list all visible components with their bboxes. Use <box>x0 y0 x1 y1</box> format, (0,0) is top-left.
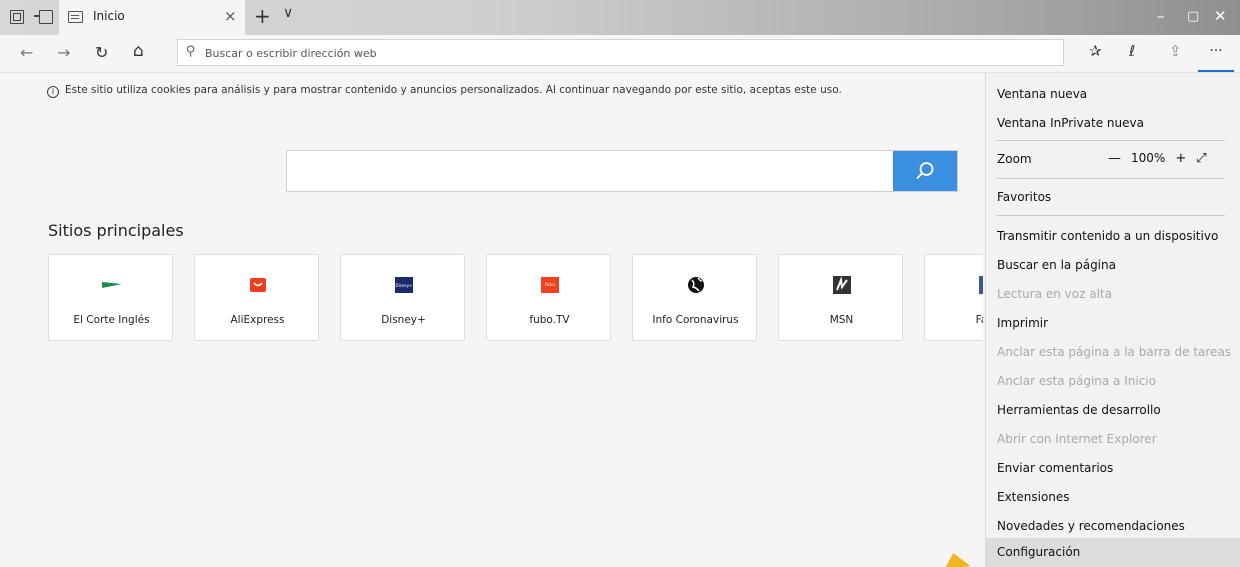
menu-item-lectura-voz-alta: Lectura en voz alta <box>997 287 1112 301</box>
home-button[interactable]: ⌂ <box>133 41 144 61</box>
svg-text:fubo: fubo <box>545 282 555 288</box>
disney-plus-logo-icon: Disney+ <box>395 277 413 293</box>
top-sites-grid: El Corte Inglés AliExpress Disney+ Disne… <box>48 254 983 344</box>
menu-item-transmitir[interactable]: Transmitir contenido a un dispositivo <box>986 222 1240 251</box>
web-search-box <box>286 150 958 192</box>
menu-item-anclar-inicio: Anclar esta página a Inicio <box>997 374 1156 388</box>
facebook-logo-icon <box>979 276 983 294</box>
tile-el-corte-ingles[interactable]: El Corte Inglés <box>48 254 173 341</box>
tile-label: Info Coronavirus <box>652 314 739 326</box>
back-button[interactable]: ← <box>20 43 33 62</box>
tile-aliexpress[interactable]: AliExpress <box>194 254 319 341</box>
web-note-button[interactable]: ℓ <box>1129 42 1135 60</box>
tile-label: Disney+ <box>381 314 426 326</box>
tile-fubo-tv[interactable]: fubo fubo.TV <box>486 254 611 341</box>
fubo-logo-icon: fubo <box>541 277 559 293</box>
msn-logo-icon <box>833 276 851 294</box>
settings-more-button[interactable]: ··· <box>1198 35 1234 72</box>
globe-icon <box>688 277 704 293</box>
cookie-text: Este sitio utiliza cookies para análisis… <box>65 84 842 96</box>
add-favorite-button[interactable]: ✰ <box>1089 42 1102 60</box>
tile-msn[interactable]: MSN <box>778 254 903 341</box>
tab-actions-icon[interactable] <box>10 10 24 24</box>
forward-button[interactable]: → <box>57 43 70 62</box>
menu-item-enviar-comentarios[interactable]: Enviar comentarios <box>986 454 1240 483</box>
menu-item-herramientas-desarrollo[interactable]: Herramientas de desarrollo <box>986 396 1240 425</box>
menu-item-anclar-barra-tareas: Anclar esta página a la barra de tareas <box>997 345 1232 359</box>
mouse-cursor-icon <box>939 550 971 567</box>
menu-separator <box>997 215 1225 216</box>
settings-menu: Ventana nueva Ventana InPrivate nueva Zo… <box>985 73 1240 567</box>
zoom-controls: — 100% + ⤢ <box>1108 151 1207 166</box>
top-sites-heading: Sitios principales <box>48 221 184 240</box>
tab-close-icon[interactable]: × <box>224 7 237 25</box>
menu-item-configuracion[interactable]: Configuración <box>986 538 1240 567</box>
minimize-button[interactable]: – <box>1157 7 1165 25</box>
menu-separator <box>997 178 1225 179</box>
refresh-button[interactable]: ↻ <box>95 43 108 62</box>
tile-label: fubo.TV <box>529 314 570 326</box>
tile-disney-plus[interactable]: Disney+ Disney+ <box>340 254 465 341</box>
web-search-button[interactable] <box>893 151 957 191</box>
menu-item-zoom: Zoom —100% + ⤢ <box>997 151 1207 166</box>
menu-item-buscar-en-pagina[interactable]: Buscar en la página <box>986 251 1240 280</box>
tile-label: AliExpress <box>230 314 285 326</box>
fullscreen-icon[interactable]: ⤢ <box>1196 151 1206 166</box>
tab-preview-chevron-icon[interactable]: ∨ <box>283 5 293 21</box>
address-input[interactable] <box>205 44 1045 62</box>
tile-label: El Corte Inglés <box>73 314 150 326</box>
share-button[interactable]: ⇪ <box>1169 42 1182 60</box>
address-bar[interactable]: ⚲ <box>177 39 1064 66</box>
info-icon: i <box>47 86 59 98</box>
menu-item-imprimir[interactable]: Imprimir <box>986 309 1240 338</box>
zoom-level: 100% <box>1131 151 1166 165</box>
tab-inicio[interactable]: Inicio × <box>59 0 245 35</box>
navigation-bar: ← → ↻ ⌂ ⚲ ✰ ℓ ⇪ ··· <box>0 35 1240 73</box>
menu-item-abrir-internet-explorer: Abrir con Internet Explorer <box>997 432 1157 446</box>
new-tab-button[interactable]: + <box>254 4 271 28</box>
tile-label: Face <box>975 314 983 326</box>
tile-facebook[interactable]: Face <box>924 254 983 341</box>
zoom-out-button[interactable]: — <box>1108 151 1121 166</box>
tile-info-coronavirus[interactable]: Info Coronavirus <box>632 254 757 341</box>
zoom-in-button[interactable]: + <box>1175 151 1186 166</box>
menu-item-ventana-nueva[interactable]: Ventana nueva <box>986 80 1240 109</box>
tab-title: Inicio <box>93 9 125 23</box>
el-corte-ingles-logo-icon <box>102 282 122 288</box>
aliexpress-logo-icon <box>250 278 266 292</box>
menu-separator <box>997 140 1225 141</box>
search-icon: ⚲ <box>186 44 196 59</box>
tab-favicon-icon <box>68 11 83 23</box>
cookie-notice: i Este sitio utiliza cookies para análisi… <box>47 84 842 98</box>
menu-item-extensiones[interactable]: Extensiones <box>986 483 1240 512</box>
web-search-input[interactable] <box>287 151 893 191</box>
title-bar: Inicio × + ∨ – ▢ ✕ <box>0 0 1240 35</box>
svg-text:Disney+: Disney+ <box>396 283 413 288</box>
search-icon <box>916 162 934 180</box>
menu-item-ventana-inprivate[interactable]: Ventana InPrivate nueva <box>986 109 1240 138</box>
menu-item-favoritos[interactable]: Favoritos <box>986 183 1240 212</box>
menu-item-novedades[interactable]: Novedades y recomendaciones <box>986 512 1240 541</box>
tile-label: MSN <box>829 314 854 326</box>
close-window-button[interactable]: ✕ <box>1214 7 1227 25</box>
set-tabs-aside-icon[interactable] <box>34 10 53 24</box>
maximize-button[interactable]: ▢ <box>1187 9 1199 24</box>
